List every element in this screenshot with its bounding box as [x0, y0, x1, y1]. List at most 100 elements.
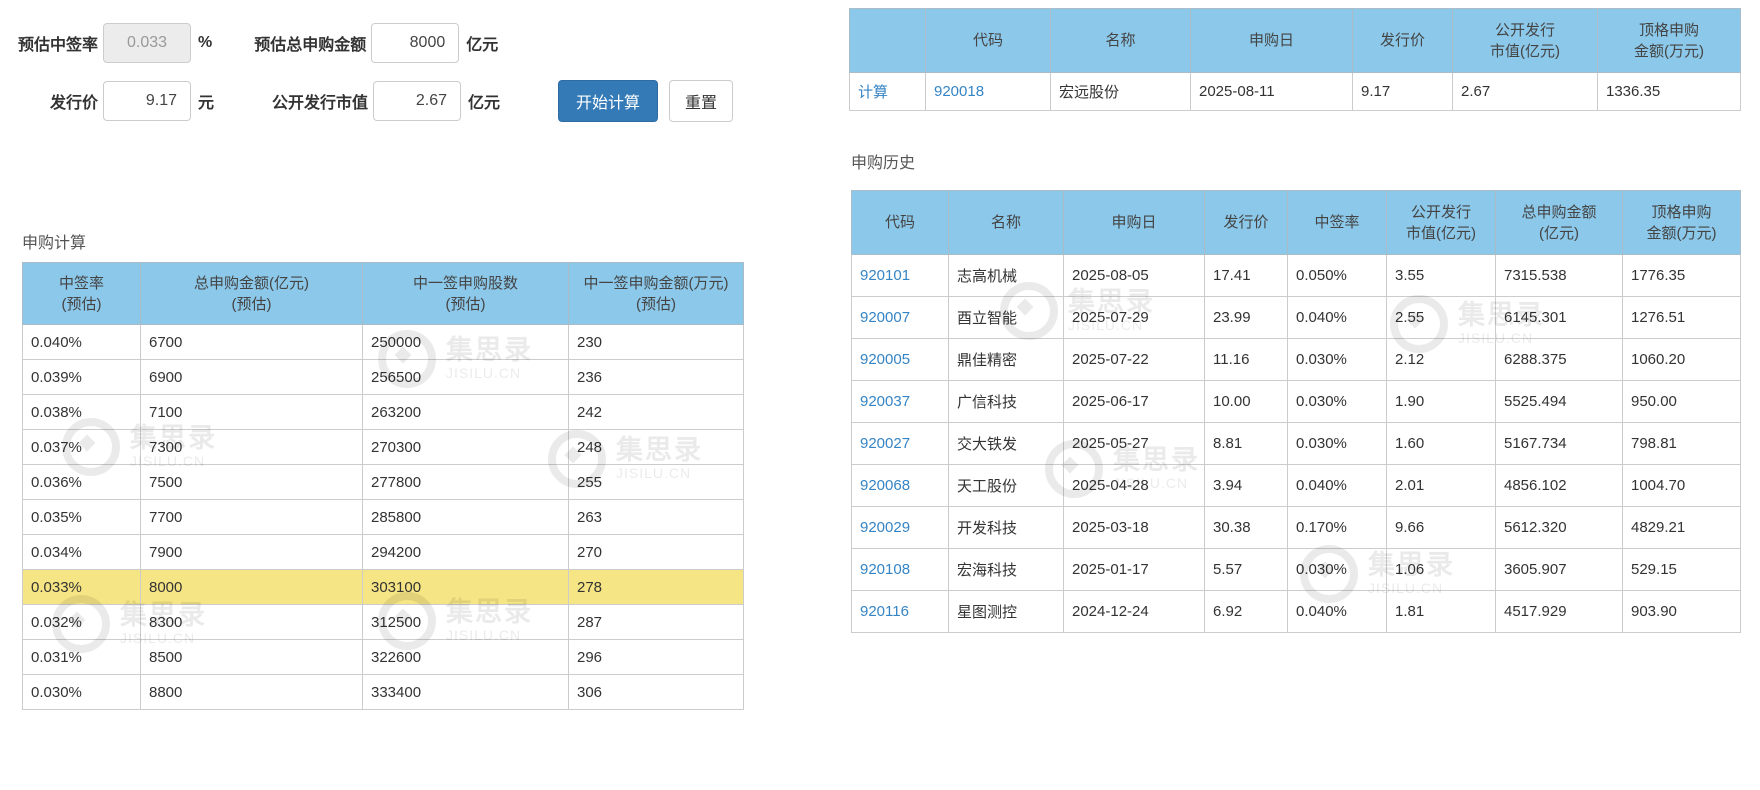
table-row: 920108宏海科技2025-01-175.570.030%1.063605.9… [852, 549, 1741, 591]
column-header: 代码 [852, 191, 949, 255]
cell: 10.00 [1205, 381, 1288, 423]
column-header: 中一签申购股数(预估) [363, 263, 569, 325]
cell: 1776.35 [1623, 255, 1741, 297]
ipo-calculator-page: 预估中签率 % 预估总申购金额 亿元 发行价 元 公开发行市值 亿元 开始计算 … [0, 0, 1760, 790]
table-row: 0.039%6900256500236 [23, 360, 744, 395]
table-row: 0.036%7500277800255 [23, 465, 744, 500]
cell: 23.99 [1205, 297, 1288, 339]
issue-price-input[interactable] [103, 81, 191, 121]
cell: 开发科技 [949, 507, 1064, 549]
cell: 2025-01-17 [1064, 549, 1205, 591]
cell: 255 [569, 465, 744, 500]
public-mktcap-suffix: 亿元 [468, 89, 500, 113]
stock-code-link[interactable]: 920037 [860, 393, 910, 410]
total-subscription-input[interactable] [371, 23, 459, 63]
cell: 1004.70 [1623, 465, 1741, 507]
win-rate-label: 预估中签率 [14, 31, 98, 55]
cell: 2025-06-17 [1064, 381, 1205, 423]
cell: 8500 [141, 640, 363, 675]
cell: 2025-08-05 [1064, 255, 1205, 297]
cell: 1276.51 [1623, 297, 1741, 339]
table-row: 920007酉立智能2025-07-2923.990.040%2.556145.… [852, 297, 1741, 339]
win-rate-suffix: % [198, 34, 212, 52]
table-row: 0.034%7900294200270 [23, 535, 744, 570]
stock-code-link[interactable]: 920018 [934, 83, 984, 100]
cell: 0.037% [23, 430, 141, 465]
cell: 263 [569, 500, 744, 535]
cell: 920116 [852, 591, 949, 633]
cell: 920027 [852, 423, 949, 465]
cell: 2025-07-29 [1064, 297, 1205, 339]
cell: 285800 [363, 500, 569, 535]
stock-code-link[interactable]: 920101 [860, 267, 910, 284]
column-header: 顶格申购金额(万元) [1623, 191, 1741, 255]
cell: 0.039% [23, 360, 141, 395]
cell: 星图测控 [949, 591, 1064, 633]
public-mktcap-label: 公开发行市值 [236, 89, 368, 113]
cell: 7100 [141, 395, 363, 430]
stock-code-link[interactable]: 920007 [860, 309, 910, 326]
cell: 1.81 [1387, 591, 1496, 633]
cell: 鼎佳精密 [949, 339, 1064, 381]
table-row: 920068天工股份2025-04-283.940.040%2.014856.1… [852, 465, 1741, 507]
cell: 4829.21 [1623, 507, 1741, 549]
cell: 6145.301 [1496, 297, 1623, 339]
stock-code-link[interactable]: 920029 [860, 519, 910, 536]
reset-button[interactable]: 重置 [669, 80, 733, 122]
column-header: 申购日 [1191, 9, 1353, 73]
cell: 0.050% [1288, 255, 1387, 297]
cell: 0.040% [1288, 591, 1387, 633]
column-header: 中签率 [1288, 191, 1387, 255]
table-row: 0.033%8000303100278 [23, 570, 744, 605]
cell: 1.06 [1387, 549, 1496, 591]
cell: 312500 [363, 605, 569, 640]
cell: 2025-05-27 [1064, 423, 1205, 465]
total-subscription-label: 预估总申购金额 [234, 31, 366, 55]
cell: 9.66 [1387, 507, 1496, 549]
cell: 2025-03-18 [1064, 507, 1205, 549]
cell: 7300 [141, 430, 363, 465]
calc-link[interactable]: 计算 [858, 84, 888, 101]
stock-code-link[interactable]: 920005 [860, 351, 910, 368]
cell: 950.00 [1623, 381, 1741, 423]
cell: 5525.494 [1496, 381, 1623, 423]
stock-code-link[interactable]: 920108 [860, 561, 910, 578]
win-rate-input[interactable] [103, 23, 191, 63]
cell: 交大铁发 [949, 423, 1064, 465]
table-row: 920037广信科技2025-06-1710.000.030%1.905525.… [852, 381, 1741, 423]
calculate-button[interactable]: 开始计算 [558, 80, 658, 122]
form-row-1: 预估中签率 % 预估总申购金额 亿元 [14, 22, 498, 64]
cell: 920005 [852, 339, 949, 381]
cell: 9.17 [1353, 73, 1453, 111]
cell: 0.040% [23, 325, 141, 360]
cell: 0.040% [1288, 465, 1387, 507]
cell: 2025-04-28 [1064, 465, 1205, 507]
cell: 903.90 [1623, 591, 1741, 633]
cell: 0.031% [23, 640, 141, 675]
stock-code-link[interactable]: 920027 [860, 435, 910, 452]
table-row: 920027交大铁发2025-05-278.810.030%1.605167.7… [852, 423, 1741, 465]
cell: 6700 [141, 325, 363, 360]
cell: 2024-12-24 [1064, 591, 1205, 633]
subscription-calc-table: 中签率(预估)总申购金额(亿元)(预估)中一签申购股数(预估)中一签申购金额(万… [22, 262, 744, 710]
cell: 5612.320 [1496, 507, 1623, 549]
cell: 7500 [141, 465, 363, 500]
cell: 2.12 [1387, 339, 1496, 381]
cell: 0.030% [1288, 339, 1387, 381]
cell: 天工股份 [949, 465, 1064, 507]
table-row: 0.030%8800333400306 [23, 675, 744, 710]
cell: 5.57 [1205, 549, 1288, 591]
cell: 270 [569, 535, 744, 570]
cell: 0.170% [1288, 507, 1387, 549]
stock-code-link[interactable]: 920116 [860, 603, 909, 620]
stock-code-link[interactable]: 920068 [860, 477, 910, 494]
cell: 广信科技 [949, 381, 1064, 423]
public-mktcap-input[interactable] [373, 81, 461, 121]
cell: 0.030% [23, 675, 141, 710]
cell: 2.67 [1453, 73, 1598, 111]
cell: 0.030% [1288, 549, 1387, 591]
cell: 2.55 [1387, 297, 1496, 339]
table-row: 920101志高机械2025-08-0517.410.050%3.557315.… [852, 255, 1741, 297]
cell: 3.94 [1205, 465, 1288, 507]
cell: 303100 [363, 570, 569, 605]
